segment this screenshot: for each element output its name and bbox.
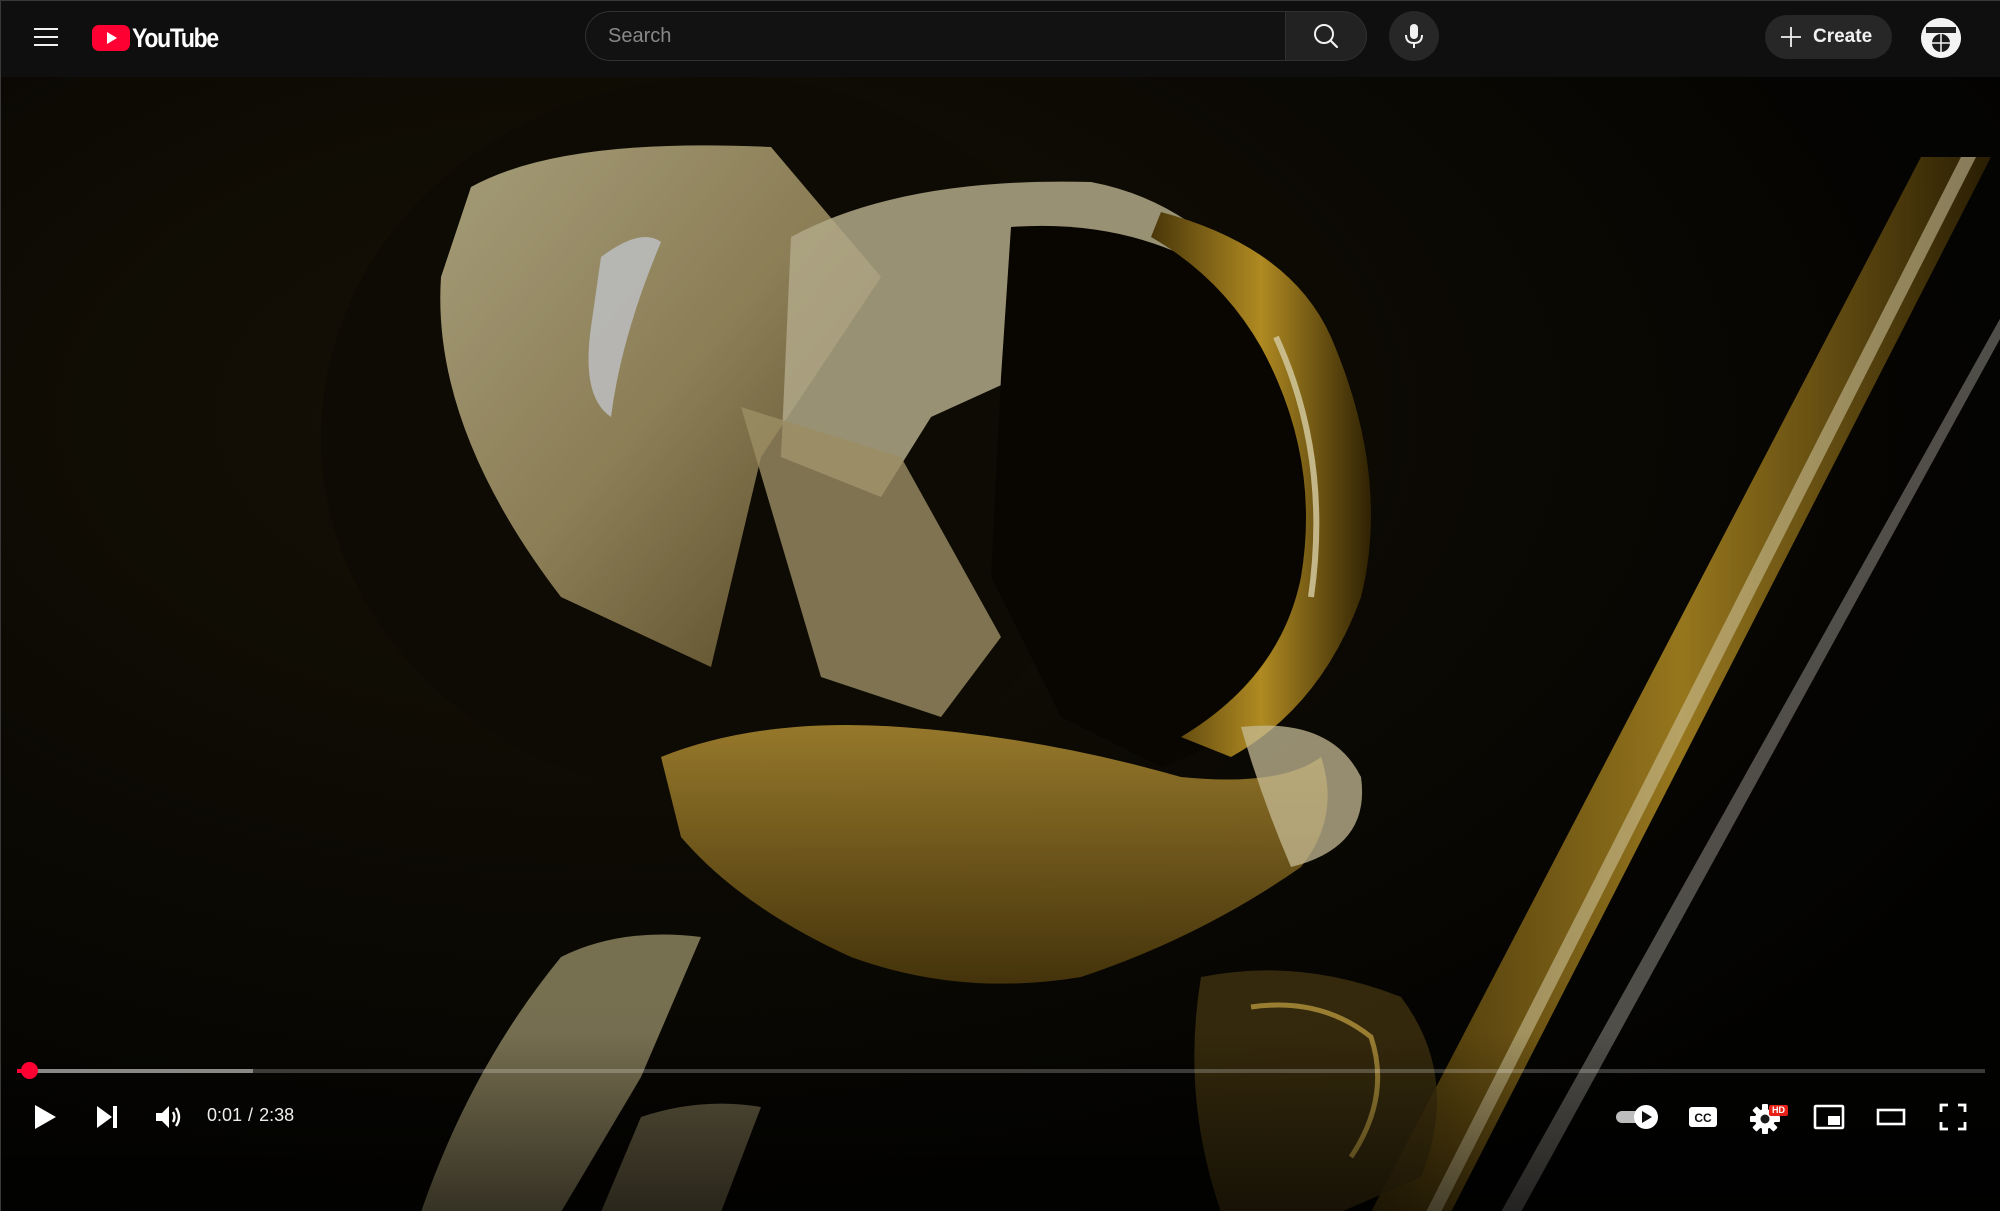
create-button[interactable]: Create (1765, 15, 1892, 59)
theater-mode-icon (1876, 1108, 1906, 1126)
microphone-icon (1405, 24, 1423, 48)
captions-button[interactable]: CC (1679, 1093, 1727, 1141)
time-separator: / (248, 1105, 254, 1125)
miniplayer-button[interactable] (1805, 1093, 1853, 1141)
progress-bar[interactable] (17, 1062, 1985, 1079)
captions-text: CC (1694, 1111, 1712, 1125)
video-player[interactable] (1, 77, 2000, 1211)
hd-badge: HD (1769, 1105, 1788, 1116)
time-display: 0:01 / 2:38 (207, 1105, 294, 1126)
miniplayer-icon (1813, 1104, 1845, 1130)
theater-mode-button[interactable] (1867, 1093, 1915, 1141)
duration: 2:38 (259, 1105, 295, 1125)
masthead: YouTube Create (1, 1, 2000, 74)
current-time: 0:01 (207, 1105, 243, 1125)
progress-buffered (17, 1069, 254, 1073)
hamburger-menu-icon[interactable] (23, 17, 69, 57)
next-icon (97, 1106, 117, 1128)
search-input[interactable] (586, 23, 1285, 49)
volume-button[interactable] (145, 1093, 193, 1141)
autoplay-toggle[interactable] (1611, 1093, 1665, 1141)
youtube-watch-page: YouTube Create (0, 0, 2000, 1211)
channel-logo-icon (1921, 18, 1961, 58)
play-button[interactable] (21, 1093, 69, 1141)
youtube-play-logo-icon (92, 25, 130, 51)
plus-icon (1781, 27, 1801, 47)
next-button[interactable] (83, 1093, 131, 1141)
settings-icon-wrap: HD (1749, 1099, 1788, 1135)
youtube-logo[interactable]: YouTube (92, 23, 233, 53)
voice-search-button[interactable] (1389, 11, 1439, 61)
captions-icon: CC (1689, 1107, 1717, 1127)
settings-button[interactable]: HD (1743, 1093, 1791, 1141)
fullscreen-button[interactable] (1929, 1093, 1977, 1141)
create-label: Create (1813, 26, 1873, 47)
logo-text: YouTube (132, 22, 219, 53)
search-box (585, 11, 1285, 61)
volume-icon (156, 1106, 181, 1128)
search-icon (1314, 24, 1339, 49)
search-button[interactable] (1285, 11, 1367, 61)
avatar[interactable] (1921, 18, 1961, 58)
fullscreen-icon (1939, 1103, 1967, 1131)
play-icon (35, 1105, 56, 1129)
autoplay-toggle-icon (1616, 1105, 1658, 1129)
progress-scrubber[interactable] (20, 1062, 38, 1079)
